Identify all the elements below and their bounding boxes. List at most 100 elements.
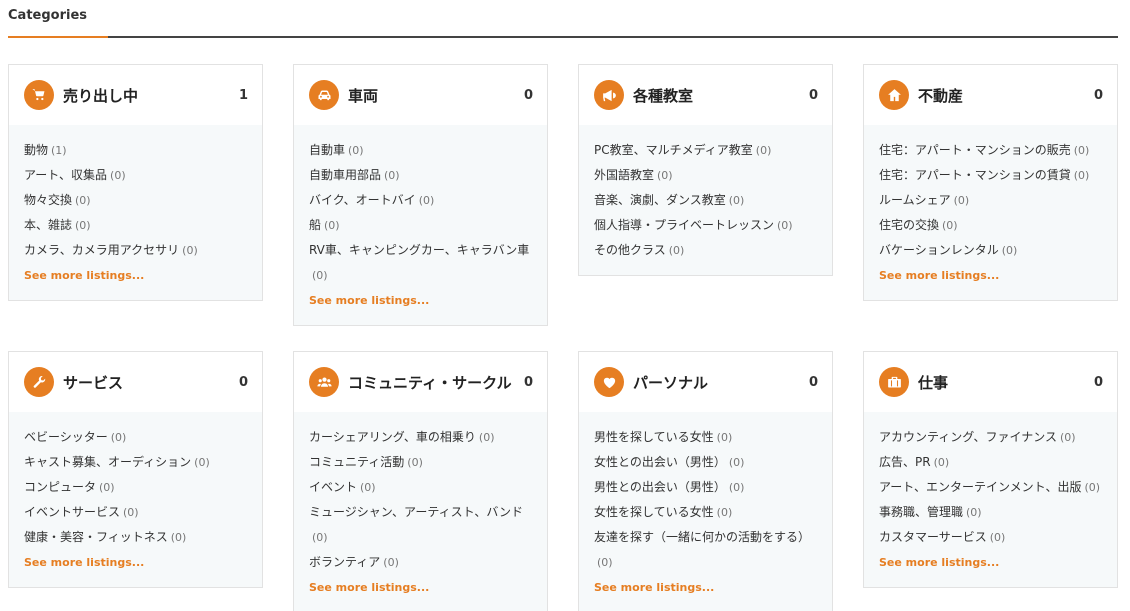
see-more-link[interactable]: See more listings...	[594, 575, 818, 600]
subcategory-list: 動物 (1) アート、収集品 (0) 物々交換 (0) 本、雑誌 (0) カメラ、カメラ用アクセ…	[9, 125, 262, 300]
subcategory-count: (0)	[110, 169, 126, 182]
subcategory-link[interactable]: ルームシェア (0)	[879, 188, 1103, 213]
subcategory-link[interactable]: コンピュータ (0)	[24, 475, 248, 500]
category-header[interactable]: パーソナル 0	[579, 352, 832, 412]
category-header[interactable]: 各種教室 0	[579, 65, 832, 125]
category-title[interactable]: 仕事	[918, 372, 1090, 393]
subcategory-label: イベントサービス	[24, 505, 121, 519]
category-header[interactable]: 車両 0	[294, 65, 547, 125]
category-card-vehicle: 車両 0 自動車 (0) 自動車用部品 (0) バイク、オートバイ (0) 船 (0) RV車、…	[293, 64, 548, 326]
category-header[interactable]: コミュニティ・サークル 0	[294, 352, 547, 412]
subcategory-label: 船	[309, 218, 322, 232]
subcategory-count: (0)	[182, 244, 198, 257]
subcategory-label: 住宅：アパート・マンションの賃貸	[879, 168, 1071, 182]
subcategory-link[interactable]: 自動車用部品 (0)	[309, 163, 533, 188]
subcategory-link[interactable]: 事務職、管理職 (0)	[879, 500, 1103, 525]
subcategory-link[interactable]: 外国語教室 (0)	[594, 163, 818, 188]
subcategory-link[interactable]: コミュニティ活動 (0)	[309, 450, 533, 475]
subcategory-count: (0)	[597, 556, 613, 569]
subcategory-link[interactable]: アート、収集品 (0)	[24, 163, 248, 188]
subcategory-count: (0)	[312, 269, 328, 282]
subcategory-link[interactable]: その他クラス (0)	[594, 238, 818, 263]
subcategory-link[interactable]: 動物 (1)	[24, 138, 248, 163]
subcategory-link[interactable]: カーシェアリング、車の相乗り (0)	[309, 425, 533, 450]
subcategory-link[interactable]: RV車、キャンピングカー、キャラバン車 (0)	[309, 238, 533, 288]
subcategory-link[interactable]: 住宅の交換 (0)	[879, 213, 1103, 238]
subcategory-link[interactable]: 友達を探す（一緒に何かの活動をする） (0)	[594, 525, 818, 575]
subcategory-link[interactable]: ミュージシャン、アーティスト、バンド (0)	[309, 500, 533, 550]
subcategory-link[interactable]: 健康・美容・フィットネス (0)	[24, 525, 248, 550]
category-card-realestate: 不動産 0 住宅：アパート・マンションの販売 (0) 住宅：アパート・マンションの賃…	[863, 64, 1118, 301]
category-title[interactable]: パーソナル	[633, 372, 805, 393]
subcategory-link[interactable]: 音楽、演劇、ダンス教室 (0)	[594, 188, 818, 213]
subcategory-link[interactable]: 個人指導・プライベートレッスン (0)	[594, 213, 818, 238]
subcategory-count: (0)	[1059, 431, 1076, 444]
subcategory-link[interactable]: 広告、PR (0)	[879, 450, 1103, 475]
subcategory-link[interactable]: アカウンティング、ファイナンス (0)	[879, 425, 1103, 450]
subcategory-label: 広告、PR	[879, 455, 931, 469]
subcategory-link[interactable]: バケーションレンタル (0)	[879, 238, 1103, 263]
category-card-community: コミュニティ・サークル 0 カーシェアリング、車の相乗り (0) コミュニティ活動(…	[293, 351, 548, 611]
see-more-link[interactable]: See more listings...	[24, 550, 248, 575]
subcategory-link[interactable]: カスタマーサービス (0)	[879, 525, 1103, 550]
category-title[interactable]: サービス	[63, 372, 235, 393]
subcategory-label: 女性との出会い（男性）	[594, 455, 726, 469]
subcategory-label: 女性を探している女性	[594, 505, 714, 519]
subcategory-count: (0)	[348, 144, 364, 157]
subcategory-label: 自動車	[309, 143, 346, 157]
subcategory-link[interactable]: 住宅：アパート・マンションの販売 (0)	[879, 138, 1103, 163]
subcategory-link[interactable]: ベビーシッター (0)	[24, 425, 248, 450]
subcategory-link[interactable]: 女性との出会い（男性） (0)	[594, 450, 818, 475]
category-title[interactable]: 車両	[348, 85, 520, 106]
category-count: 1	[238, 87, 248, 103]
title-divider-accent	[8, 36, 108, 38]
subcategory-label: ボランティア	[309, 555, 381, 569]
subcategory-link[interactable]: アート、エンターテインメント、出版 (0)	[879, 475, 1103, 500]
category-header[interactable]: 売り出し中 1	[9, 65, 262, 125]
users-icon	[309, 367, 339, 397]
subcategory-link[interactable]: 自動車 (0)	[309, 138, 533, 163]
subcategory-link[interactable]: キャスト募集、オーディション (0)	[24, 450, 248, 475]
subcategory-label: カーシェアリング、車の相乗り	[309, 430, 476, 444]
subcategory-link[interactable]: 男性を探している女性 (0)	[594, 425, 818, 450]
subcategory-link[interactable]: ボランティア (0)	[309, 550, 533, 575]
category-title[interactable]: 売り出し中	[63, 85, 235, 106]
subcategory-label: ミュージシャン、アーティスト、バンド	[309, 505, 523, 519]
megaphone-icon	[594, 80, 624, 110]
subcategory-link[interactable]: 船 (0)	[309, 213, 533, 238]
category-header[interactable]: 仕事 0	[864, 352, 1117, 412]
category-header[interactable]: 不動産 0	[864, 65, 1117, 125]
subcategory-link[interactable]: 物々交換 (0)	[24, 188, 248, 213]
subcategory-link[interactable]: バイク、オートバイ (0)	[309, 188, 533, 213]
subcategory-list: アカウンティング、ファイナンス (0) 広告、PR (0) アート、エンターテインメント…	[864, 412, 1117, 587]
subcategory-label: 物々交換	[24, 193, 73, 207]
see-more-link[interactable]: See more listings...	[879, 550, 1103, 575]
subcategory-count: (0)	[657, 169, 673, 182]
see-more-link[interactable]: See more listings...	[24, 263, 248, 288]
subcategory-count: (0)	[75, 194, 91, 207]
category-card-uri: 売り出し中 1 動物 (1) アート、収集品 (0) 物々交換 (0) 本、雑誌 (0) カメラ…	[8, 64, 263, 301]
category-title[interactable]: 各種教室	[633, 85, 805, 106]
subcategory-link[interactable]: 女性を探している女性 (0)	[594, 500, 818, 525]
subcategory-count: (0)	[478, 431, 495, 444]
subcategory-label: 動物	[24, 143, 49, 157]
subcategory-link[interactable]: イベント (0)	[309, 475, 533, 500]
subcategory-link[interactable]: イベントサービス (0)	[24, 500, 248, 525]
see-more-link[interactable]: See more listings...	[879, 263, 1103, 288]
subcategory-label: 住宅の交換	[879, 218, 940, 232]
category-header[interactable]: サービス 0	[9, 352, 262, 412]
subcategory-link[interactable]: 男性との出会い（男性） (0)	[594, 475, 818, 500]
subcategory-link[interactable]: 住宅：アパート・マンションの賃貸 (0)	[879, 163, 1103, 188]
category-title[interactable]: コミュニティ・サークル	[348, 372, 520, 393]
subcategory-count: (0)	[1001, 244, 1018, 257]
subcategory-count: (0)	[728, 456, 745, 469]
subcategory-label: 住宅：アパート・マンションの販売	[879, 143, 1071, 157]
subcategory-link[interactable]: カメラ、カメラ用アクセサリ (0)	[24, 238, 248, 263]
subcategory-link[interactable]: PC教室、マルチメディア教室 (0)	[594, 138, 818, 163]
subcategory-link[interactable]: 本、雑誌 (0)	[24, 213, 248, 238]
category-title[interactable]: 不動産	[918, 85, 1090, 106]
see-more-link[interactable]: See more listings...	[309, 575, 533, 600]
subcategory-count: (0)	[360, 481, 376, 494]
see-more-link[interactable]: See more listings...	[309, 288, 533, 313]
wrench-icon	[24, 367, 54, 397]
